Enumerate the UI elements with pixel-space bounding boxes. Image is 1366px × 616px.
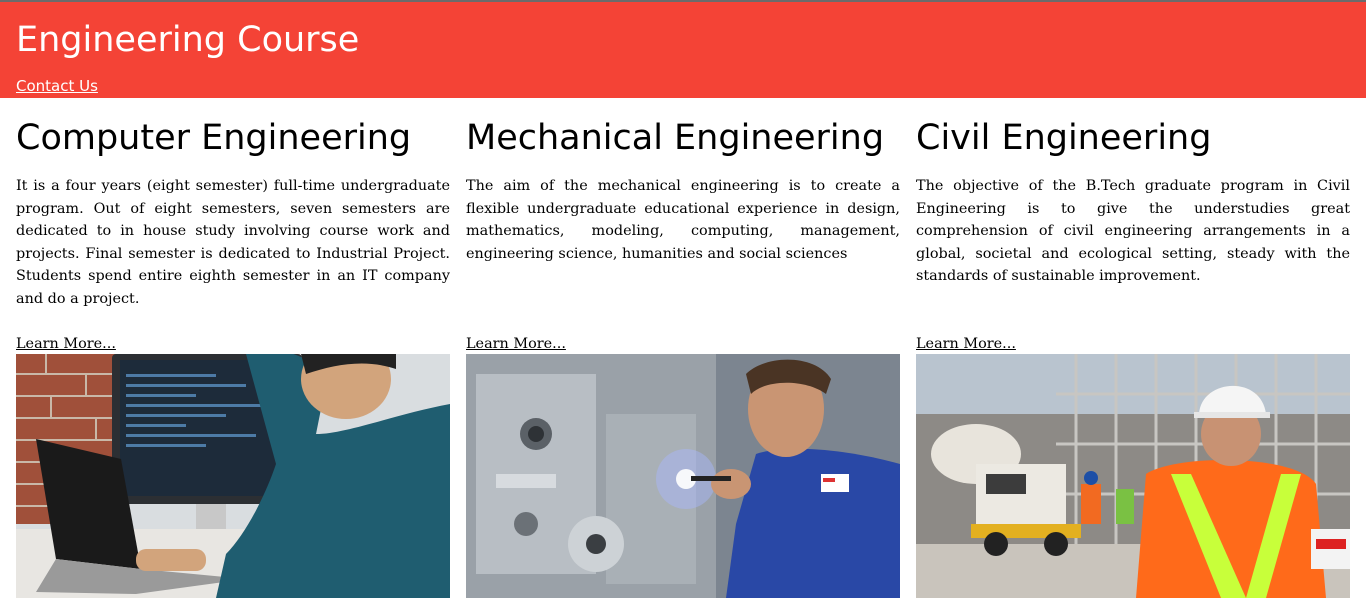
learn-more-link[interactable]: Learn More... <box>16 335 116 353</box>
course-title: Computer Engineering <box>16 118 412 158</box>
person-at-computer-photo <box>16 354 450 598</box>
course-title: Civil Engineering <box>916 118 1212 158</box>
construction-site-photo <box>916 354 1350 598</box>
course-title: Mechanical Engineering <box>466 118 885 158</box>
learn-more-link[interactable]: Learn More... <box>916 335 1016 353</box>
contact-us-link[interactable]: Contact Us <box>16 77 98 95</box>
learn-more-link[interactable]: Learn More... <box>466 335 566 353</box>
machinist-photo <box>466 354 900 598</box>
course-columns: Computer Engineering It is a four years … <box>0 98 1366 616</box>
site-title: Engineering Course <box>16 20 360 60</box>
course-description: The aim of the mechanical engineering is… <box>466 178 900 262</box>
course-description: The objective of the B.Tech graduate pro… <box>916 178 1350 284</box>
site-header: Engineering Course Contact Us <box>0 2 1366 98</box>
course-description: It is a four years (eight semester) full… <box>16 178 450 307</box>
